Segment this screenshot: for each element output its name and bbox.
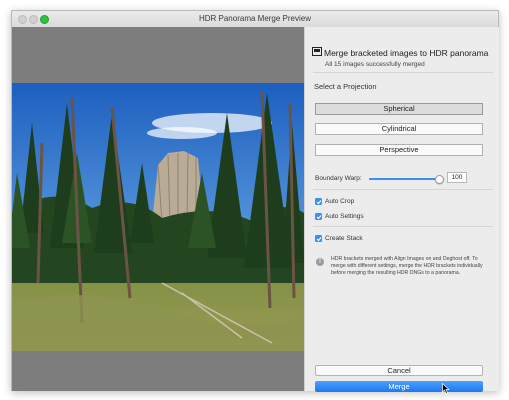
auto-settings-option[interactable]: Auto Settings (315, 213, 364, 220)
auto-settings-label: Auto Settings (325, 213, 364, 221)
divider (313, 72, 493, 73)
checkmark-icon (316, 199, 321, 204)
boundary-warp-value-field[interactable]: 100 (447, 172, 467, 183)
boundary-warp-label: Boundary Warp: (315, 175, 362, 182)
auto-crop-option[interactable]: Auto Crop (315, 198, 354, 205)
info-icon: ! (316, 258, 324, 266)
spherical-projection-button[interactable]: Spherical (315, 103, 483, 115)
auto-crop-label: Auto Crop (325, 198, 355, 206)
auto-settings-checkbox[interactable] (315, 213, 322, 220)
create-stack-option[interactable]: Create Stack (315, 235, 363, 242)
window-title: HDR Panorama Merge Preview (198, 14, 312, 23)
settings-panel: Merge bracketed images to HDR panorama A… (304, 27, 499, 394)
boundary-warp-slider-fill (369, 178, 439, 180)
boundary-warp-slider[interactable] (369, 175, 444, 184)
auto-crop-checkbox[interactable] (315, 198, 322, 205)
title-bar: HDR Panorama Merge Preview (12, 11, 498, 28)
merge-preview-window: HDR Panorama Merge Preview Merge bracket… (11, 10, 499, 394)
checkmark-icon (316, 236, 321, 241)
merge-button[interactable]: Merge (315, 381, 483, 392)
preview-area (12, 27, 304, 391)
mouse-cursor-icon (442, 383, 450, 394)
perspective-projection-button[interactable]: Perspective (315, 144, 483, 156)
merge-status-text: All 15 images successfully merged (325, 61, 425, 68)
info-message: HDR brackets merged with Align Images on… (331, 256, 483, 276)
divider (313, 189, 493, 190)
create-stack-checkbox[interactable] (315, 235, 322, 242)
divider (313, 226, 493, 227)
panorama-preview-image (12, 83, 304, 351)
cylindrical-projection-button[interactable]: Cylindrical (315, 123, 483, 135)
dialog-heading: Merge bracketed images to HDR panorama (324, 48, 489, 58)
create-stack-label: Create Stack (325, 235, 363, 243)
panorama-icon (312, 47, 322, 56)
cancel-button[interactable]: Cancel (315, 365, 483, 376)
checkmark-icon (316, 214, 321, 219)
boundary-warp-slider-thumb[interactable] (435, 175, 444, 184)
projection-section-label: Select a Projection (314, 82, 377, 91)
